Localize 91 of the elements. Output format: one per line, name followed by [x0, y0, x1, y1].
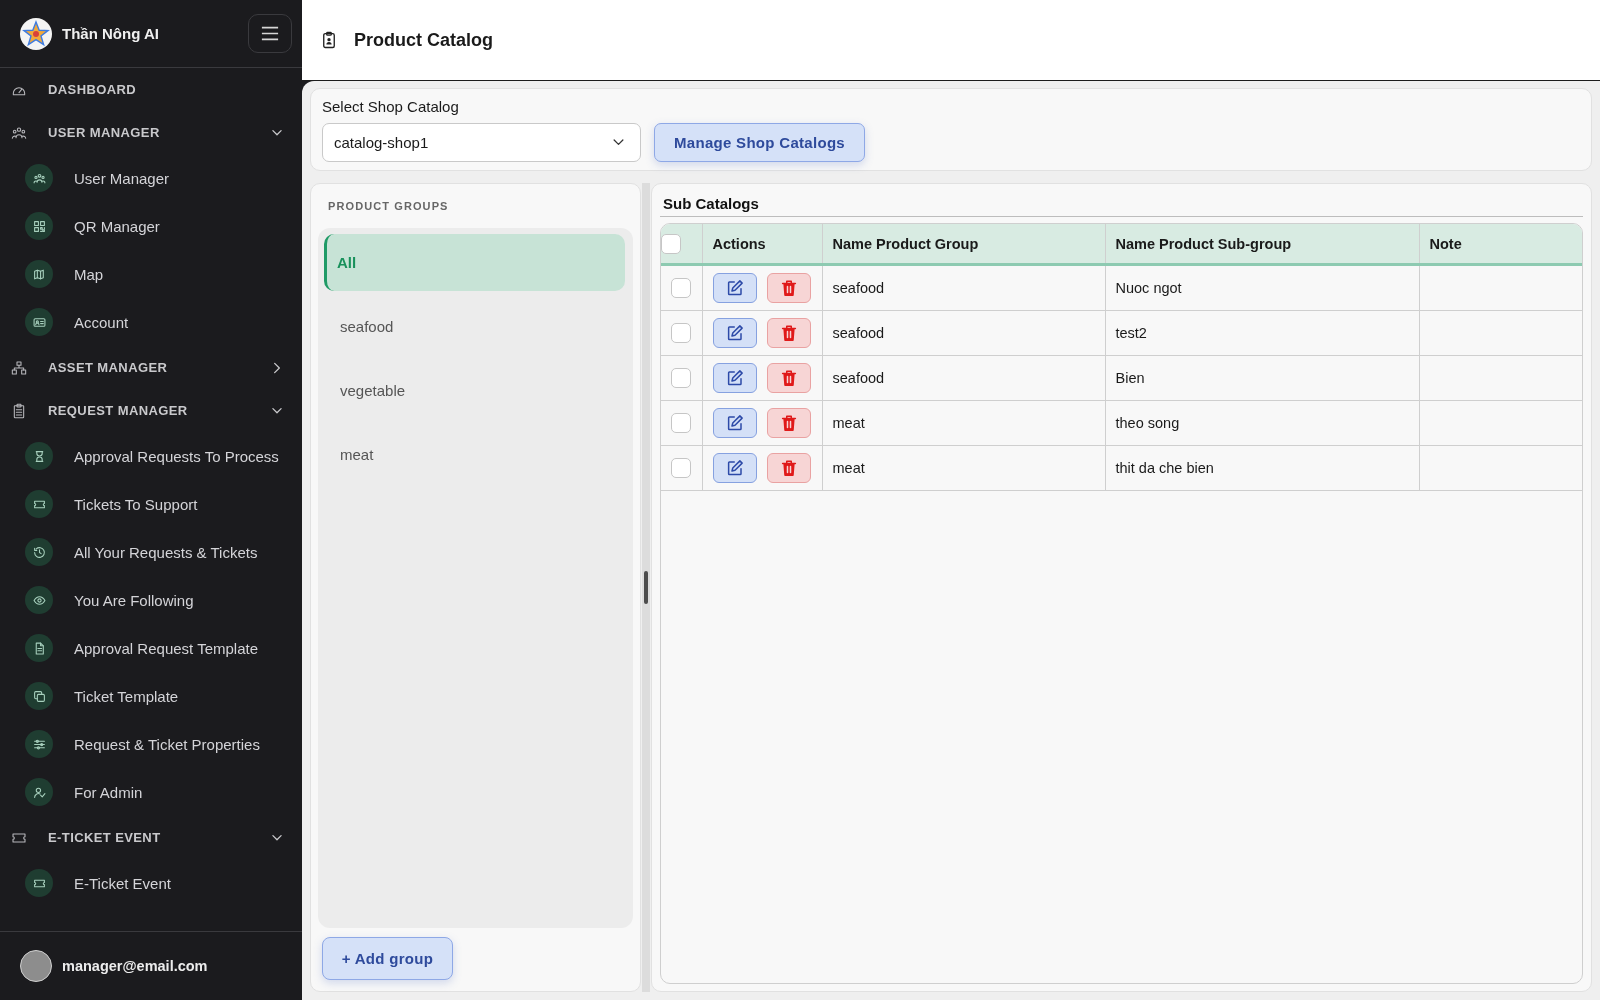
table-cell: seafood	[822, 310, 1105, 356]
history-icon	[25, 538, 53, 566]
group-item[interactable]: meat	[324, 426, 625, 483]
nav-section[interactable]: REQUEST MANAGER	[0, 389, 302, 432]
qr-code-icon	[25, 212, 53, 240]
trash-icon	[779, 414, 798, 432]
people-icon	[25, 164, 53, 192]
delete-button[interactable]	[766, 273, 811, 303]
edit-button[interactable]	[712, 318, 757, 348]
avatar-placeholder	[20, 950, 52, 982]
section-title: Sub Catalogs	[660, 194, 1583, 217]
brand-name: Thần Nông AI	[62, 25, 159, 42]
edit-button[interactable]	[712, 453, 757, 483]
menu-icon	[261, 26, 279, 41]
nav-item[interactable]: E-Ticket Event	[0, 859, 302, 907]
nav-item[interactable]: User Manager	[0, 154, 302, 202]
map-icon	[25, 260, 53, 288]
row-checkbox[interactable]	[671, 323, 692, 343]
boxes-icon	[11, 359, 27, 376]
delete-button[interactable]	[766, 363, 811, 393]
column-header: Name Product Sub-group	[1105, 224, 1419, 265]
group-item[interactable]: seafood	[324, 298, 625, 355]
nav-section[interactable]: ASSET MANAGER	[0, 346, 302, 389]
pencil-square-icon	[725, 459, 744, 477]
nav-item[interactable]: Tickets To Support	[0, 480, 302, 528]
table-cell: seafood	[822, 355, 1105, 401]
select-all-checkbox[interactable]	[661, 233, 681, 254]
eye-icon	[25, 586, 53, 614]
field-label: Select Shop Catalog	[322, 98, 459, 115]
pencil-square-icon	[725, 279, 744, 297]
row-checkbox[interactable]	[671, 368, 692, 388]
nav-section[interactable]: E-TICKET EVENT	[0, 816, 302, 859]
nav-item[interactable]: Map	[0, 250, 302, 298]
pencil-square-icon	[725, 414, 744, 432]
nav-item[interactable]: All Your Requests & Tickets	[0, 528, 302, 576]
group-item[interactable]: vegetable	[324, 362, 625, 419]
document-icon	[25, 634, 53, 662]
delete-button[interactable]	[766, 408, 811, 438]
trash-icon	[779, 369, 798, 387]
nav-item[interactable]: Request & Ticket Properties	[0, 720, 302, 768]
page-title: Product Catalog	[354, 29, 493, 51]
pencil-square-icon	[725, 324, 744, 342]
edit-button[interactable]	[712, 408, 757, 438]
manage-catalogs-button[interactable]: Manage Shop Catalogs	[654, 123, 865, 162]
copy-icon	[25, 682, 53, 710]
nav-item[interactable]: Ticket Template	[0, 672, 302, 720]
clipboard-user-icon	[320, 30, 338, 50]
edit-button[interactable]	[712, 273, 757, 303]
clipboard-icon	[11, 402, 27, 419]
table-cell: seafood	[822, 264, 1105, 311]
table-cell: theo song	[1105, 400, 1419, 446]
panel-title: PRODUCT GROUPS	[328, 200, 449, 212]
add-group-button[interactable]: + Add group	[322, 937, 453, 980]
nav-section[interactable]: USER MANAGER	[0, 111, 302, 154]
sliders-icon	[25, 730, 53, 758]
table-cell: test2	[1105, 310, 1419, 356]
nav-item[interactable]: Approval Request Template	[0, 624, 302, 672]
delete-button[interactable]	[766, 318, 811, 348]
trash-icon	[779, 459, 798, 477]
id-card-icon	[25, 308, 53, 336]
edit-button[interactable]	[712, 363, 757, 393]
catalog-select[interactable]: catalog-shop1	[322, 123, 641, 162]
pencil-square-icon	[725, 369, 744, 387]
column-header: Actions	[702, 224, 822, 265]
ticket-icon	[25, 869, 53, 897]
delete-button[interactable]	[766, 453, 811, 483]
row-checkbox[interactable]	[671, 278, 692, 298]
table-cell: meat	[822, 400, 1105, 446]
table-cell: Nuoc ngot	[1105, 264, 1419, 311]
nav-item[interactable]: For Admin	[0, 768, 302, 816]
table-cell: Bien	[1105, 355, 1419, 401]
nav-link[interactable]: DASHBOARD	[0, 68, 302, 111]
column-header: Name Product Group	[822, 224, 1105, 265]
nav-item[interactable]: QR Manager	[0, 202, 302, 250]
user-email: manager@email.com	[62, 958, 208, 974]
column-header: Note	[1419, 224, 1582, 265]
user-check-icon	[25, 778, 53, 806]
nav-item[interactable]: Account	[0, 298, 302, 346]
nav-item[interactable]: Approval Requests To Process	[0, 432, 302, 480]
trash-icon	[779, 324, 798, 342]
resize-handle[interactable]	[644, 571, 648, 604]
nav-item[interactable]: You Are Following	[0, 576, 302, 624]
row-checkbox[interactable]	[671, 413, 692, 433]
star-logo-icon	[20, 17, 52, 50]
menu-button[interactable]	[248, 14, 292, 53]
trash-icon	[779, 279, 798, 297]
ticket-icon	[25, 490, 53, 518]
row-checkbox[interactable]	[671, 458, 692, 478]
table-cell: meat	[822, 445, 1105, 491]
hourglass-icon	[25, 442, 53, 470]
table-cell: thit da che bien	[1105, 445, 1419, 491]
